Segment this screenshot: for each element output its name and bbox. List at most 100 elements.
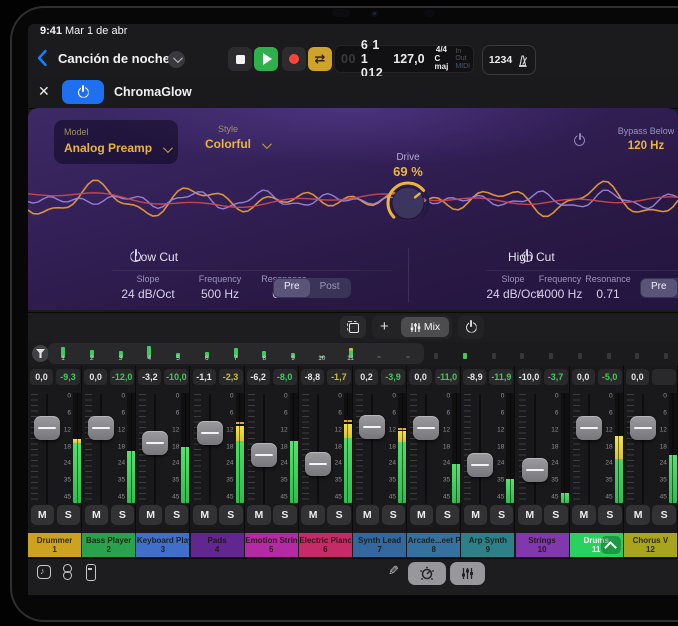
channel-pan-value[interactable]: 0,0	[572, 369, 595, 385]
track-label[interactable]: Strings10	[516, 533, 569, 557]
stop-button[interactable]	[228, 47, 252, 71]
channel-level-value[interactable]: -5,0	[598, 369, 622, 385]
channel-level-value[interactable]: -10,0	[164, 369, 188, 385]
channel-pan-value[interactable]: -8,9	[463, 369, 486, 385]
mute-button[interactable]: M	[247, 505, 271, 525]
lowcut-prepost-toggle[interactable]: Pre Post	[273, 278, 351, 298]
pre-option[interactable]: Pre	[274, 279, 310, 297]
track-label[interactable]: Pads4	[191, 533, 244, 557]
close-icon[interactable]: ✕	[38, 83, 50, 100]
highcut-resonance[interactable]: Resonance 0.71	[580, 274, 636, 301]
solo-button[interactable]: S	[490, 505, 514, 525]
mute-button[interactable]: M	[518, 505, 542, 525]
channel-pan-value[interactable]: 0,0	[84, 369, 107, 385]
channel-pan-value[interactable]: 0,0	[30, 369, 53, 385]
channel-level-value[interactable]: -3,7	[544, 369, 568, 385]
solo-button[interactable]: S	[273, 505, 297, 525]
plugins-icon[interactable]	[59, 564, 75, 580]
back-icon[interactable]	[36, 49, 48, 67]
count-in-button[interactable]: 1234	[482, 45, 536, 75]
channel-pan-value[interactable]: -1,1	[193, 369, 216, 385]
solo-button[interactable]: S	[111, 505, 135, 525]
fader-handle[interactable]	[88, 416, 114, 440]
fader-handle[interactable]	[630, 416, 656, 440]
track-label[interactable]: Bass Player2	[82, 533, 135, 557]
channel-level-value[interactable]: -8,0	[273, 369, 297, 385]
track-label[interactable]: Chorus V12	[624, 533, 677, 557]
bypass-power-icon[interactable]	[573, 134, 586, 147]
fader-handle[interactable]	[359, 415, 385, 439]
mixer-power-button[interactable]	[458, 315, 484, 339]
track-label[interactable]: Drummer1	[28, 533, 81, 557]
channel-pan-value[interactable]: 0,2	[355, 369, 378, 385]
mixer-view-button[interactable]	[450, 562, 485, 585]
highcut-prepost-toggle[interactable]: Pre Post	[640, 278, 678, 298]
channel-strip-icon[interactable]	[83, 564, 99, 580]
fader-handle[interactable]	[576, 416, 602, 440]
solo-button[interactable]: S	[165, 505, 189, 525]
solo-button[interactable]: S	[544, 505, 568, 525]
pencil-icon[interactable]: ✎	[388, 563, 399, 579]
fader-handle[interactable]	[413, 416, 439, 440]
fader-handle[interactable]	[251, 443, 277, 467]
solo-button[interactable]: S	[382, 505, 406, 525]
channel-pan-value[interactable]: 0,0	[626, 369, 649, 385]
style-selector[interactable]: Style Colorful	[183, 124, 273, 151]
solo-button[interactable]: S	[327, 505, 351, 525]
mute-button[interactable]: M	[301, 505, 325, 525]
mute-button[interactable]: M	[464, 505, 488, 525]
mute-button[interactable]: M	[85, 505, 109, 525]
channel-level-value[interactable]: -11,0	[435, 369, 459, 385]
collapse-button[interactable]	[601, 536, 621, 554]
channel-level-value[interactable]: -12,0	[110, 369, 134, 385]
mute-button[interactable]: M	[356, 505, 380, 525]
record-button[interactable]	[282, 47, 306, 71]
mute-button[interactable]: M	[410, 505, 434, 525]
fader-handle[interactable]	[305, 452, 331, 476]
solo-button[interactable]: S	[598, 505, 622, 525]
solo-button[interactable]: S	[57, 505, 81, 525]
duplicate-button[interactable]	[340, 316, 366, 338]
play-button[interactable]	[254, 47, 278, 71]
loops-browser-icon[interactable]: ♪	[36, 564, 52, 580]
song-title[interactable]: Canción de noche	[58, 51, 170, 66]
pre-option[interactable]: Pre	[641, 279, 677, 297]
mute-button[interactable]: M	[572, 505, 596, 525]
model-selector[interactable]: Model Analog Preamp	[54, 120, 178, 164]
channel-pan-value[interactable]: -8,8	[301, 369, 324, 385]
add-track-button[interactable]: +	[380, 318, 389, 335]
controls-view-button[interactable]	[408, 562, 446, 585]
fader-handle[interactable]	[197, 421, 223, 445]
post-option[interactable]: Post	[310, 279, 350, 297]
channel-level-value[interactable]: -11,9	[489, 369, 513, 385]
lowcut-frequency[interactable]: Frequency 500 Hz	[188, 274, 252, 301]
fader-handle[interactable]	[34, 416, 60, 440]
track-label[interactable]: Synth Lead7	[353, 533, 406, 557]
overview-visible-range[interactable]: 1234567891011	[48, 343, 424, 364]
mute-button[interactable]: M	[193, 505, 217, 525]
filter-button[interactable]	[32, 345, 49, 362]
fader-handle[interactable]	[467, 453, 493, 477]
plugin-power-button[interactable]	[62, 80, 104, 104]
level-control[interactable]: Level 0.0	[658, 126, 678, 152]
solo-button[interactable]: S	[219, 505, 243, 525]
track-label[interactable]: Emotion Strings5	[245, 533, 298, 557]
solo-button[interactable]: S	[652, 505, 676, 525]
fader-handle[interactable]	[142, 431, 168, 455]
mute-button[interactable]: M	[31, 505, 55, 525]
fader-handle[interactable]	[522, 458, 548, 482]
track-label[interactable]: Drums11	[570, 533, 623, 557]
solo-button[interactable]: S	[436, 505, 460, 525]
channel-level-value[interactable]: -3,9	[381, 369, 405, 385]
mix-toggle-button[interactable]: Mix	[401, 317, 449, 337]
loop-button[interactable]: ⇄	[308, 47, 332, 71]
channel-level-value[interactable]: -2,3	[219, 369, 243, 385]
track-label[interactable]: Arp Synth9	[461, 533, 514, 557]
channel-pan-value[interactable]: 0,0	[409, 369, 432, 385]
channel-level-value[interactable]: -9,3	[56, 369, 80, 385]
song-menu-button[interactable]	[168, 51, 185, 68]
channel-pan-value[interactable]: -6,2	[247, 369, 270, 385]
channel-pan-value[interactable]: -3,2	[138, 369, 161, 385]
lcd-display[interactable]: 00 6 1 1 012 127,0 4/4 C maj In Out MIDI	[334, 45, 474, 73]
lowcut-slope[interactable]: Slope 24 dB/Oct	[113, 274, 183, 301]
